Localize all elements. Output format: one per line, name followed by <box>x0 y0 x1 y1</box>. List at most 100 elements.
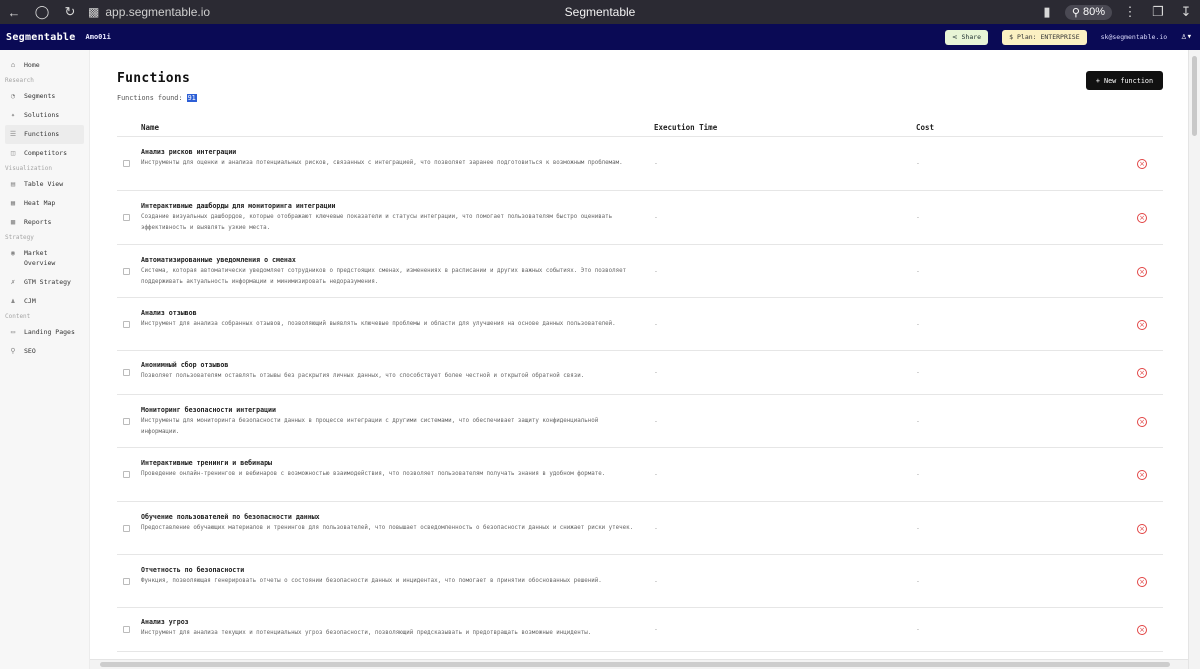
sidebar-item-label: Heat Map <box>24 199 56 207</box>
sidebar-item-gtm-strategy[interactable]: ✗ GTM Strategy <box>0 273 89 292</box>
strategy-icon: ✗ <box>10 278 16 286</box>
user-icon[interactable]: ♙▾ <box>1181 32 1192 42</box>
vertical-scroll-thumb[interactable] <box>1192 56 1197 136</box>
table-row[interactable]: Обучение пользователей по безопасности д… <box>117 502 1163 555</box>
row-checkbox[interactable] <box>123 369 130 376</box>
sidebar-item-market-overview[interactable]: ◉ Market Overview <box>0 244 89 273</box>
dollar-icon: $ <box>1009 33 1013 41</box>
sidebar-section-content: Content <box>5 313 31 320</box>
function-title[interactable]: Автоматизированные уведомления о сменах <box>141 256 296 264</box>
cost-cell: - <box>916 159 920 167</box>
cost-cell: - <box>916 417 920 425</box>
reload-icon[interactable]: ↻ <box>56 0 84 24</box>
delete-icon[interactable]: × <box>1137 417 1147 427</box>
app-logo[interactable]: Segmentable <box>6 32 76 43</box>
cost-cell: - <box>916 213 920 221</box>
plan-button[interactable]: $ Plan: ENTERPRISE <box>1002 29 1087 45</box>
sidebar-item-table-view[interactable]: ▤ Table View <box>0 175 89 194</box>
delete-icon[interactable]: × <box>1137 577 1147 587</box>
delete-icon[interactable]: × <box>1137 470 1147 480</box>
row-checkbox[interactable] <box>123 268 130 275</box>
sidebar-item-seo[interactable]: ⚲ SEO <box>0 342 89 361</box>
delete-icon[interactable]: × <box>1137 267 1147 277</box>
row-checkbox[interactable] <box>123 626 130 633</box>
tabs-icon[interactable]: ❐ <box>1144 0 1172 24</box>
execution-time-cell: - <box>654 320 658 328</box>
delete-icon[interactable]: × <box>1137 159 1147 169</box>
cost-cell: - <box>916 368 920 376</box>
row-checkbox[interactable] <box>123 578 130 585</box>
row-checkbox[interactable] <box>123 214 130 221</box>
function-title[interactable]: Анонимный сбор отзывов <box>141 361 228 369</box>
function-description: Система, которая автоматически уведомляе… <box>141 268 627 285</box>
function-title[interactable]: Интерактивные дашборды для мониторинга и… <box>141 202 336 210</box>
table-row[interactable]: Анонимный сбор отзывов Позволяет пользова… <box>117 351 1163 395</box>
row-checkbox[interactable] <box>123 160 130 167</box>
function-title[interactable]: Мониторинг безопасности интеграции <box>141 406 276 414</box>
delete-icon[interactable]: × <box>1137 320 1147 330</box>
row-checkbox[interactable] <box>123 525 130 532</box>
page-icon: ▭ <box>10 328 16 336</box>
function-title[interactable]: Анализ отзывов <box>141 309 197 317</box>
report-icon: ▩ <box>10 218 16 226</box>
sidebar-item-solutions[interactable]: ✦ Solutions <box>0 106 89 125</box>
segments-icon: ◔ <box>10 92 16 100</box>
shield-icon[interactable]: ◯ <box>28 0 56 24</box>
function-title[interactable]: Отчетность по безопасности <box>141 566 244 574</box>
sidebar-item-functions[interactable]: ☰ Functions <box>5 125 84 144</box>
sidebar-item-segments[interactable]: ◔ Segments <box>0 87 89 106</box>
sidebar-item-reports[interactable]: ▩ Reports <box>0 213 89 232</box>
function-title[interactable]: Интерактивные тренинги и вебинары <box>141 459 272 467</box>
sidebar-item-competitors[interactable]: ◫ Competitors <box>0 144 89 163</box>
execution-time-cell: - <box>654 159 658 167</box>
new-function-label: New function <box>1103 76 1154 85</box>
zoom-value: 80% <box>1082 6 1105 18</box>
column-header-name[interactable]: Name <box>141 123 159 132</box>
function-title[interactable]: Анализ угроз <box>141 618 189 626</box>
sparkle-icon: ✦ <box>10 111 16 119</box>
sidebar-item-landing-pages[interactable]: ▭ Landing Pages <box>0 323 89 342</box>
functions-table: Анализ рисков интеграции Инструменты для … <box>117 137 1163 652</box>
function-description: Предоставление обучающих материалов и тр… <box>141 525 634 531</box>
table-row[interactable]: Интерактивные дашборды для мониторинга и… <box>117 191 1163 245</box>
table-row[interactable]: Мониторинг безопасности интеграции Инстру… <box>117 395 1163 448</box>
cost-cell: - <box>916 577 920 585</box>
row-checkbox[interactable] <box>123 321 130 328</box>
main-content: Functions Functions found: 91 + New func… <box>90 50 1188 661</box>
column-header-execution-time[interactable]: Execution Time <box>654 123 717 132</box>
row-checkbox[interactable] <box>123 418 130 425</box>
horizontal-scrollbar[interactable] <box>90 659 1188 669</box>
project-name[interactable]: Amo01i <box>86 33 111 41</box>
sidebar-item-label: Landing Pages <box>24 328 75 336</box>
back-icon[interactable]: ← <box>0 0 28 24</box>
row-checkbox[interactable] <box>123 471 130 478</box>
horizontal-scroll-thumb[interactable] <box>100 662 1170 667</box>
address-bar[interactable]: ▩ app.segmentable.io <box>88 5 388 19</box>
table-row[interactable]: Анализ отзывов Инструмент для анализа соб… <box>117 298 1163 351</box>
zoom-indicator[interactable]: ⚲ 80% <box>1064 4 1112 20</box>
function-title[interactable]: Анализ рисков интеграции <box>141 148 236 156</box>
table-row[interactable]: Автоматизированные уведомления о сменах С… <box>117 245 1163 298</box>
column-header-cost[interactable]: Cost <box>916 123 934 132</box>
function-title[interactable]: Обучение пользователей по безопасности д… <box>141 513 320 521</box>
sidebar-item-cjm[interactable]: ♟ CJM <box>0 292 89 311</box>
sidebar-item-label: Market Overview <box>24 249 56 267</box>
delete-icon[interactable]: × <box>1137 625 1147 635</box>
browser-toolbar: ← ◯ ↻ ▩ app.segmentable.io Segmentable ▮… <box>0 0 1200 24</box>
table-row[interactable]: Интерактивные тренинги и вебинары Проведе… <box>117 448 1163 502</box>
vertical-scrollbar[interactable] <box>1188 50 1200 669</box>
delete-icon[interactable]: × <box>1137 368 1147 378</box>
table-row[interactable]: Отчетность по безопасности Функция, позво… <box>117 555 1163 608</box>
delete-icon[interactable]: × <box>1137 524 1147 534</box>
download-icon[interactable]: ↧ <box>1172 0 1200 24</box>
share-button[interactable]: ⋖ Share <box>945 29 989 45</box>
delete-icon[interactable]: × <box>1137 213 1147 223</box>
bookmark-icon[interactable]: ▮ <box>1033 0 1061 24</box>
sidebar-item-heat-map[interactable]: ▦ Heat Map <box>0 194 89 213</box>
table-row[interactable]: Анализ рисков интеграции Инструменты для … <box>117 137 1163 191</box>
table-row[interactable]: Анализ угроз Инструмент для анализа текущ… <box>117 608 1163 652</box>
function-description: Инструмент для анализа текущих и потенци… <box>141 630 592 636</box>
sidebar-item-home[interactable]: ⌂ Home <box>0 56 89 75</box>
more-icon[interactable]: ⋮ <box>1116 0 1144 24</box>
new-function-button[interactable]: + New function <box>1086 71 1163 90</box>
